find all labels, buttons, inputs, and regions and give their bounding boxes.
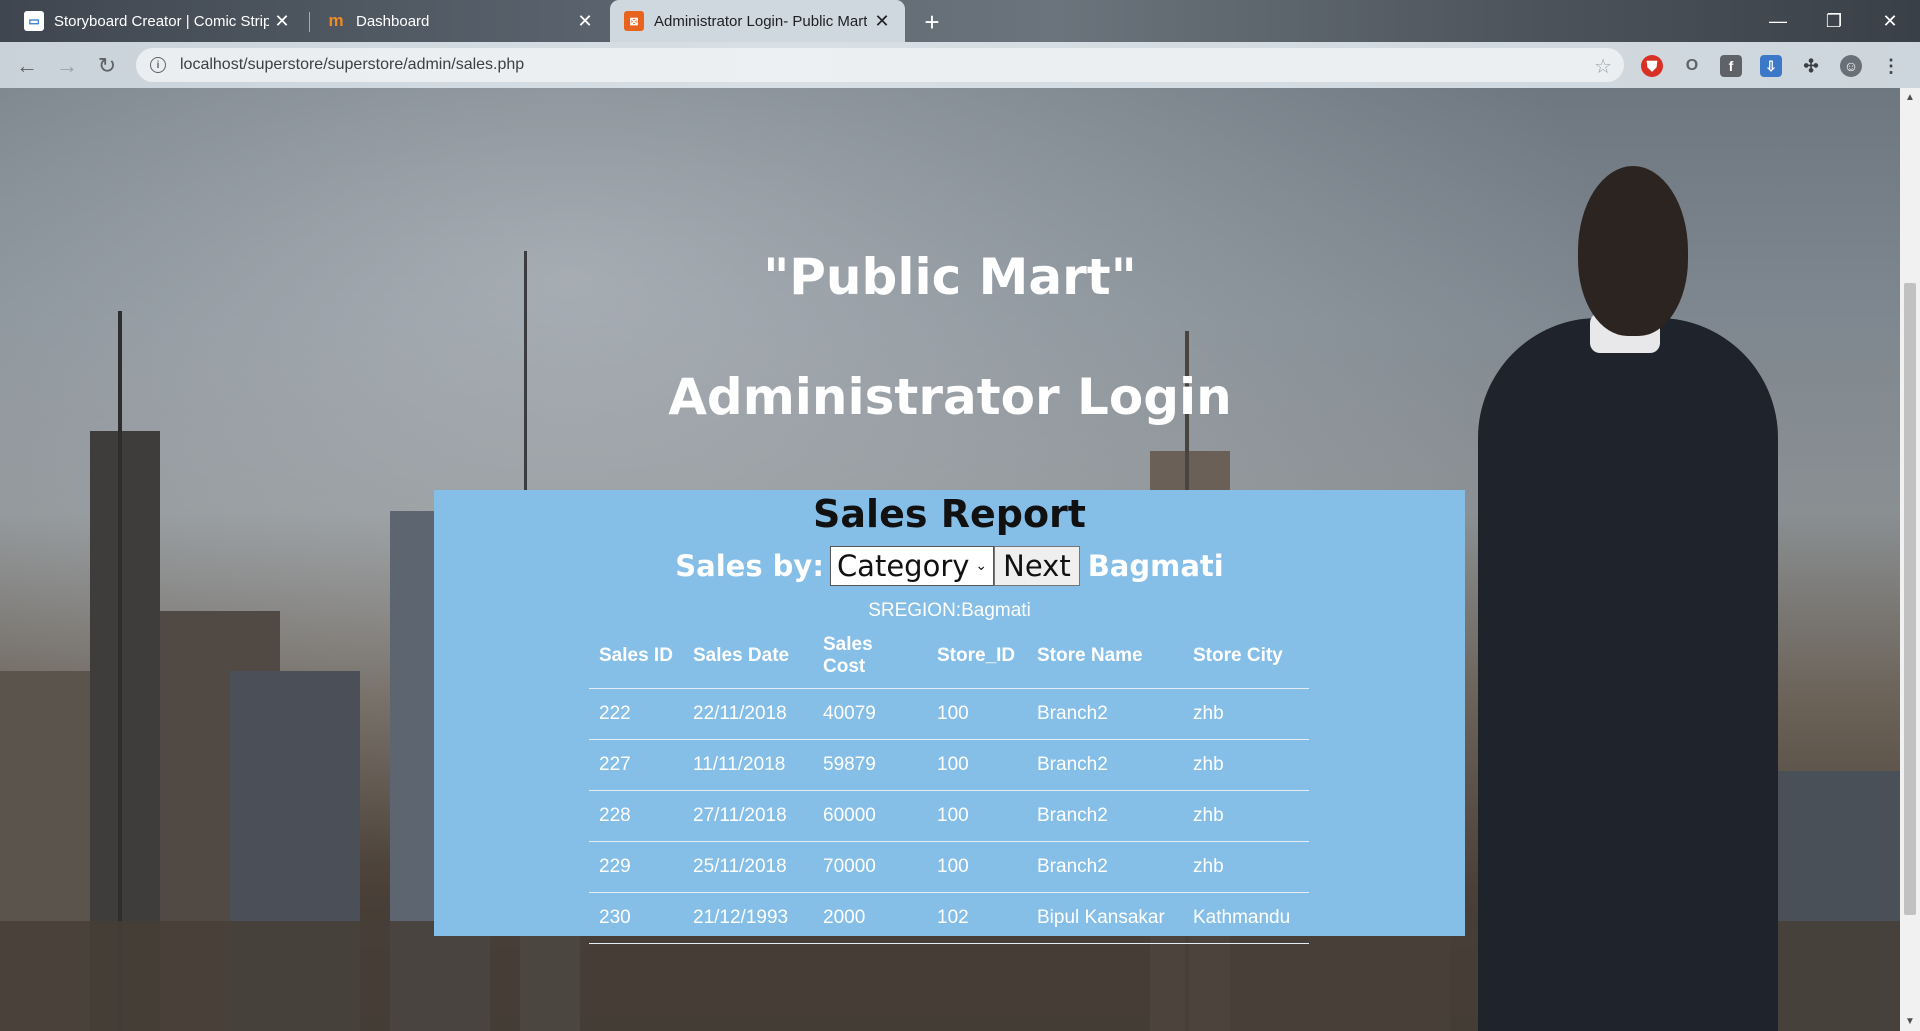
tab-strip: ▭ Storyboard Creator | Comic Strip ✕ m D… [0, 0, 1920, 42]
scroll-down-icon[interactable]: ▼ [1905, 1016, 1915, 1027]
url-text: localhost/superstore/superstore/admin/sa… [180, 56, 525, 73]
table-cell: 222 [589, 688, 683, 740]
sregion-text: SREGION:Bagmati [868, 600, 1031, 621]
column-header: Store Name [1027, 624, 1183, 689]
next-button[interactable]: Next [994, 546, 1080, 586]
table-cell: 27/11/2018 [683, 790, 813, 842]
tab-storyboard[interactable]: ▭ Storyboard Creator | Comic Strip ✕ [10, 0, 305, 42]
scroll-up-icon[interactable]: ▲ [1905, 92, 1915, 103]
table-cell: zhb [1183, 739, 1309, 791]
table-row: 227 11/11/2018 59879 100 Branch2 zhb [589, 739, 1309, 791]
forward-icon[interactable]: → [52, 51, 82, 81]
table-cell: 230 [589, 892, 683, 944]
table-cell: 100 [927, 790, 1027, 842]
bookmark-star-icon[interactable]: ☆ [1594, 54, 1612, 79]
column-header: Sales Date [683, 624, 813, 689]
opera-icon[interactable]: O [1681, 55, 1703, 77]
minimize-button[interactable]: — [1750, 0, 1806, 42]
table-cell: Branch2 [1027, 688, 1183, 740]
table-cell: 100 [927, 688, 1027, 740]
storyboard-icon: ▭ [24, 11, 44, 31]
sales-by-form: Sales by: Category ⌄ Next Bagmati [434, 546, 1465, 586]
table-cell: Branch2 [1027, 739, 1183, 791]
facebook-icon[interactable]: f [1720, 55, 1742, 77]
table-row: 222 22/11/2018 40079 100 Branch2 zhb [589, 688, 1309, 740]
table-cell: 229 [589, 841, 683, 893]
column-header: Store_ID [927, 624, 1027, 689]
tab-title: Administrator Login- Public Mart [654, 12, 868, 30]
table-cell: 21/12/1993 [683, 892, 813, 944]
sales-report-panel: Sales Report Sales by: Category ⌄ Next B… [434, 490, 1465, 944]
table-cell: 59879 [813, 739, 927, 791]
report-title: Sales Report [813, 492, 1086, 536]
table-row: 229 25/11/2018 70000 100 Branch2 zhb [589, 841, 1309, 893]
table-cell: 228 [589, 790, 683, 842]
select-value: Category [836, 549, 970, 583]
table-cell: 40079 [813, 688, 927, 740]
table-header-row: Sales ID Sales Date Sales Cost Store_ID … [589, 624, 1309, 689]
table-cell: 227 [589, 739, 683, 791]
page-background: "Public Mart" Administrator Login Sales … [0, 88, 1900, 1031]
adblock-icon[interactable]: ⛊ [1641, 55, 1663, 77]
table-row: 230 21/12/1993 2000 102 Bipul Kansakar K… [589, 892, 1309, 944]
table-row: 228 27/11/2018 60000 100 Branch2 zhb [589, 790, 1309, 842]
brand-heading: "Public Mart" [763, 248, 1137, 306]
table-cell: 25/11/2018 [683, 841, 813, 893]
table-cell: Branch2 [1027, 790, 1183, 842]
tab-title: Dashboard [356, 12, 430, 30]
table-cell: zhb [1183, 688, 1309, 740]
table-cell: Bipul Kansakar [1027, 892, 1183, 944]
table-cell: 60000 [813, 790, 927, 842]
sales-table: Sales ID Sales Date Sales Cost Store_ID … [589, 624, 1309, 944]
page-title: Administrator Login [668, 368, 1232, 426]
menu-kebab-icon[interactable]: ⋮ [1880, 55, 1902, 77]
table-cell: 22/11/2018 [683, 688, 813, 740]
table-cell: 100 [927, 739, 1027, 791]
tab-admin-login[interactable]: ⊠ Administrator Login- Public Mart ✕ [610, 0, 905, 42]
chevron-down-icon: ⌄ [975, 558, 988, 574]
restore-button[interactable]: ❐ [1806, 0, 1862, 42]
xampp-icon: ⊠ [624, 11, 644, 31]
table-cell: zhb [1183, 790, 1309, 842]
table-cell: 11/11/2018 [683, 739, 813, 791]
close-icon[interactable]: ✕ [574, 10, 596, 32]
tab-dashboard[interactable]: m Dashboard ✕ [312, 0, 608, 42]
column-header: Sales Cost [813, 624, 927, 689]
region-label: Bagmati [1087, 549, 1224, 583]
table-cell: Kathmandu [1183, 892, 1309, 944]
info-icon[interactable]: i [150, 57, 166, 73]
download-icon[interactable]: ⇩ [1760, 55, 1782, 77]
column-header: Store City [1183, 624, 1309, 689]
close-icon[interactable]: ✕ [871, 10, 893, 32]
reload-icon[interactable]: ↻ [92, 51, 122, 81]
table-cell: 102 [927, 892, 1027, 944]
table-cell: zhb [1183, 841, 1309, 893]
moodle-icon: m [328, 11, 344, 30]
back-icon[interactable]: ← [12, 51, 42, 81]
table-cell: 100 [927, 841, 1027, 893]
close-icon[interactable]: ✕ [271, 10, 293, 32]
vertical-scrollbar[interactable]: ▲ ▼ [1900, 88, 1920, 1031]
extensions-puzzle-icon[interactable]: ✣ [1800, 55, 1822, 77]
tab-title: Storyboard Creator | Comic Strip [54, 12, 269, 30]
sales-by-select[interactable]: Category ⌄ [829, 546, 995, 586]
table-cell: 2000 [813, 892, 927, 944]
address-bar[interactable]: i localhost/superstore/superstore/admin/… [136, 48, 1624, 82]
new-tab-button[interactable]: + [918, 7, 946, 37]
avatar[interactable]: ☺ [1840, 55, 1862, 77]
table-cell: Branch2 [1027, 841, 1183, 893]
scrollbar-thumb[interactable] [1904, 283, 1916, 915]
table-cell: 70000 [813, 841, 927, 893]
column-header: Sales ID [589, 624, 683, 689]
browser-toolbar: ← → ↻ i localhost/superstore/superstore/… [0, 42, 1920, 88]
tab-separator [309, 12, 310, 32]
sales-by-label: Sales by: [675, 549, 824, 583]
close-window-button[interactable]: ✕ [1862, 0, 1918, 42]
